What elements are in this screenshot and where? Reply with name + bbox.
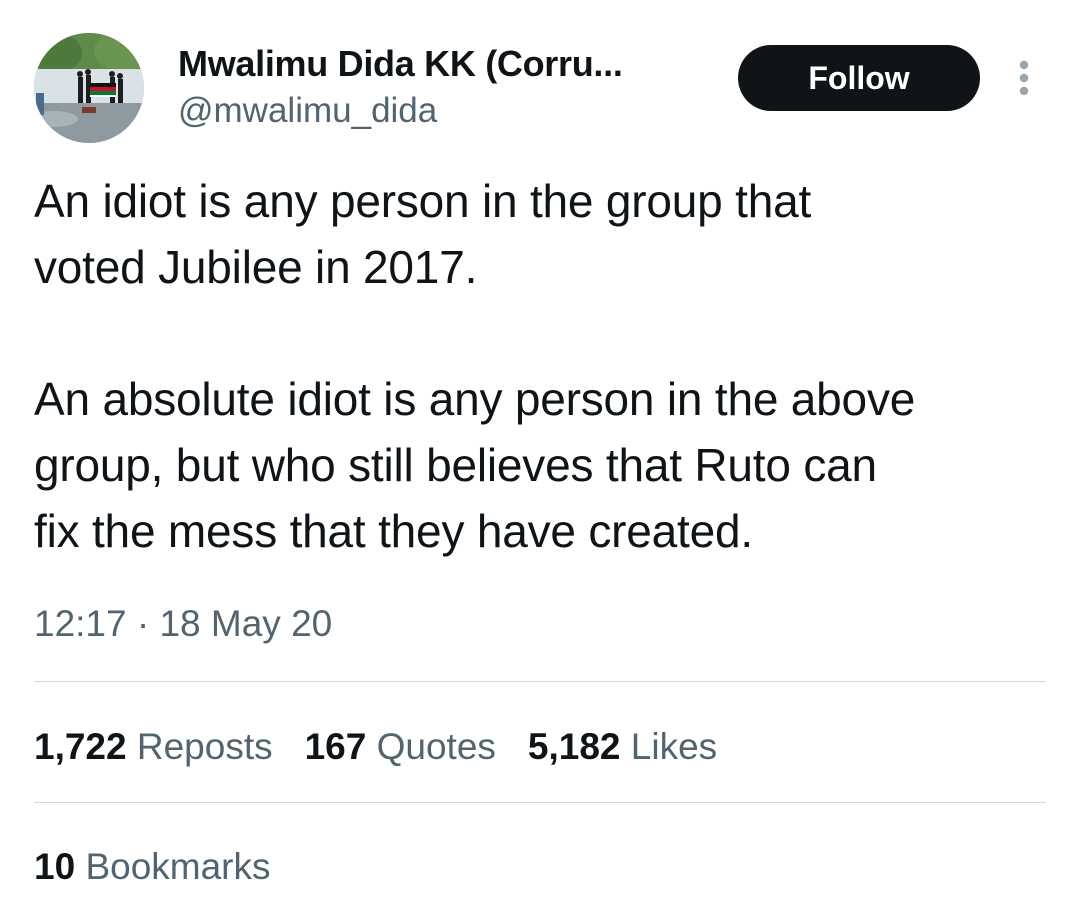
quotes-label: Quotes (376, 726, 496, 767)
author-handle[interactable]: @mwalimu_dida (178, 88, 437, 134)
divider (34, 681, 1046, 682)
follow-button[interactable]: Follow (738, 45, 980, 111)
tweet-text: An idiot is any person in the group that… (34, 175, 916, 557)
engagement-stats: 1,722 Reposts 167 Quotes 5,182 Likes (34, 720, 749, 774)
protest-crowd-with-flag-avatar (34, 33, 144, 143)
likes-stat[interactable]: 5,182 Likes (528, 720, 717, 774)
bookmarks-label: Bookmarks (85, 846, 271, 887)
reposts-label: Reposts (136, 726, 273, 767)
bookmarks-stat[interactable]: 10 Bookmarks (34, 840, 303, 894)
likes-label: Likes (630, 726, 718, 767)
author-display-name[interactable]: Mwalimu Dida KK (Corru... (178, 40, 623, 88)
quotes-stat[interactable]: 167 Quotes (305, 720, 496, 774)
tweet-timestamp[interactable]: 12:17 · 18 May 20 (34, 600, 332, 648)
reposts-count: 1,722 (34, 726, 127, 767)
reposts-stat[interactable]: 1,722 Reposts (34, 720, 273, 774)
avatar[interactable] (34, 33, 144, 143)
bookmarks-stat-inner: 10 Bookmarks (34, 840, 271, 894)
likes-count: 5,182 (527, 726, 621, 767)
quotes-count: 167 (304, 726, 367, 767)
divider (34, 802, 1046, 803)
vertical-ellipsis-icon[interactable] (1012, 58, 1036, 98)
bookmarks-count: 10 (34, 846, 76, 887)
